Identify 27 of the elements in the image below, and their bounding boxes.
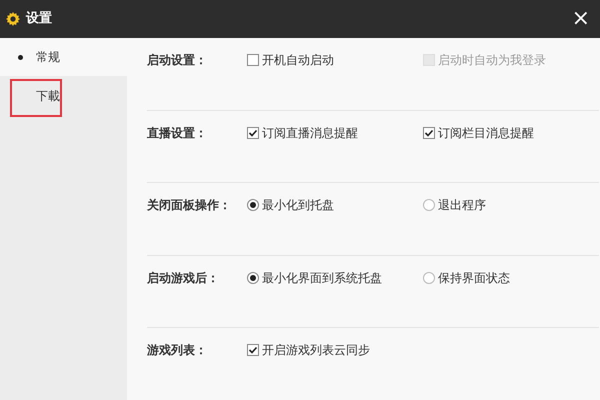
setting-label: 启动游戏后： [147,270,220,286]
radio-button[interactable] [247,272,259,284]
checkbox[interactable] [247,54,259,66]
sidebar-item-label: 下載 [36,89,60,103]
sidebar-item[interactable]: 下載 [0,76,127,122]
radio-button[interactable] [423,199,435,211]
radio-option[interactable]: 最小化界面到系统托盘 [247,268,423,286]
checkbox-option[interactable]: 开机自动启动 [247,51,423,69]
radio-button[interactable] [247,199,259,211]
close-button[interactable]: × [568,8,594,30]
checkbox[interactable] [247,126,259,138]
setting-label: 游戏列表： [147,342,208,359]
window-title: 设置 [26,10,52,28]
bullet-icon [18,54,23,60]
setting-label: 直播设置： [147,124,208,142]
checkbox[interactable] [423,126,435,138]
radio-option[interactable]: 最小化到托盘 [247,196,423,214]
gear-icon [6,12,20,26]
checkbox-option[interactable]: 订阅栏目消息提醒 [423,124,599,142]
checkbox-option[interactable]: 订阅直播消息提醒 [247,124,423,142]
radio-option[interactable]: 保持界面状态 [423,268,599,286]
setting-label: 启动设置： [147,52,208,69]
radio-option[interactable]: 退出程序 [423,196,599,214]
checkbox[interactable] [247,344,259,356]
radio-button[interactable] [423,272,435,284]
checkbox-option[interactable]: 开启游戏列表云同步 [247,341,423,359]
setting-label: 关闭面板操作： [147,197,232,214]
